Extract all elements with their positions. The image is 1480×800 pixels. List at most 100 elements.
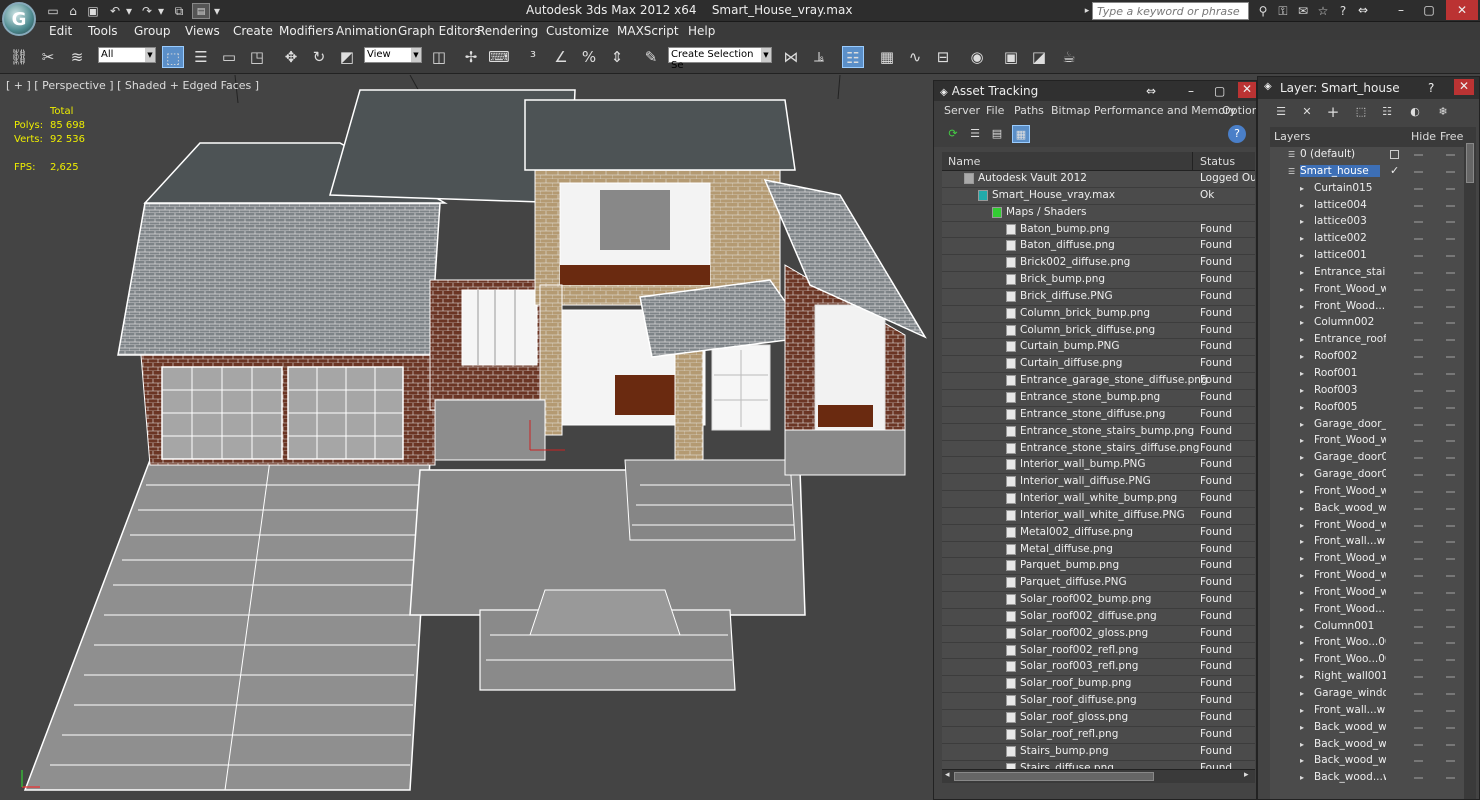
selection-filter-dropdown[interactable]: All ▼ [98, 47, 156, 63]
layer-row[interactable]: ▸ Back_wood_wall [1270, 753, 1464, 770]
freeze-toggle[interactable] [1446, 541, 1455, 544]
freeze-toggle[interactable] [1446, 221, 1455, 224]
curve-editor-icon[interactable]: ∿ [904, 46, 926, 68]
hide-toggle[interactable] [1414, 457, 1423, 460]
hide-toggle[interactable] [1414, 372, 1423, 375]
hide-toggle[interactable] [1414, 322, 1423, 325]
hide-toggle[interactable] [1414, 591, 1423, 594]
layer-row[interactable]: ▸ Garage_door_fra [1270, 417, 1464, 434]
hide-toggle[interactable] [1414, 255, 1423, 258]
layer-row[interactable]: ▸ lattice002 [1270, 231, 1464, 248]
undo-dropdown-icon[interactable]: ▾ [120, 3, 138, 19]
freeze-toggle[interactable] [1446, 255, 1455, 258]
current-layer-box-icon[interactable] [1390, 150, 1399, 159]
layer-row[interactable]: ▸ lattice004 [1270, 198, 1464, 215]
create-layer-icon[interactable]: ☰ [1272, 103, 1290, 121]
hide-toggle[interactable] [1414, 760, 1423, 763]
freeze-toggle[interactable] [1446, 558, 1455, 561]
menu-create[interactable]: Create [233, 24, 273, 38]
menu-maxscript[interactable]: MAXScript [617, 24, 679, 38]
select-object-icon[interactable]: ⬚ [162, 46, 184, 68]
freeze-toggle[interactable] [1446, 322, 1455, 325]
at-maximize-button[interactable]: ▢ [1214, 84, 1225, 98]
mirror-icon[interactable]: ⋈ [780, 46, 802, 68]
hide-toggle[interactable] [1414, 440, 1423, 443]
menu-help[interactable]: Help [688, 24, 715, 38]
at-menu-file[interactable]: File [986, 104, 1004, 117]
layer-row[interactable]: ▸ Front_Wood...l_ [1270, 602, 1464, 619]
hide-toggle[interactable] [1414, 608, 1423, 611]
freeze-toggle[interactable] [1446, 154, 1455, 156]
hide-toggle[interactable] [1414, 490, 1423, 493]
subscription-icon[interactable]: ⚿ [1274, 3, 1292, 19]
thumbnail-icon[interactable]: ▤ [988, 125, 1006, 143]
col-name-header[interactable]: Name [948, 155, 980, 168]
select-manipulate-icon[interactable]: ✢ [460, 46, 482, 68]
asset-row[interactable]: Interior_wall_diffuse.PNG Found [942, 474, 1255, 492]
freeze-toggle[interactable] [1446, 760, 1455, 763]
layer-manager-icon[interactable]: ☷ [842, 46, 864, 68]
asset-row[interactable]: Brick002_diffuse.png Found [942, 255, 1255, 273]
hide-toggle[interactable] [1414, 271, 1423, 274]
layer-row[interactable]: ▸ Front_Wood_wa [1270, 518, 1464, 535]
col-layers-header[interactable]: Layers [1274, 130, 1310, 143]
workspace-dropdown-icon[interactable]: ▾ [208, 3, 226, 19]
freeze-toggle[interactable] [1446, 659, 1455, 662]
at-close-button[interactable]: ✕ [1238, 82, 1256, 98]
col-status-header[interactable]: Status [1200, 155, 1235, 168]
asset-row[interactable]: Solar_roof_bump.png Found [942, 676, 1255, 694]
freeze-toggle[interactable] [1446, 423, 1455, 426]
asset-row[interactable]: Solar_roof002_bump.png Found [942, 592, 1255, 609]
layer-row[interactable]: ▸ Roof002 [1270, 349, 1464, 366]
asset-row[interactable]: Entrance_garage_stone_diffuse.png Found [942, 373, 1255, 390]
asset-row[interactable]: Interior_wall_white_diffuse.PNG Found [942, 508, 1255, 525]
asset-row[interactable]: Solar_roof002_gloss.png Found [942, 626, 1255, 643]
hide-toggle[interactable] [1414, 238, 1423, 241]
asset-row[interactable]: Solar_roof002_refl.png Found [942, 643, 1255, 660]
menu-customize[interactable]: Customize [546, 24, 609, 38]
hide-toggle[interactable] [1414, 423, 1423, 426]
viewport-label[interactable]: [ + ] [ Perspective ] [ Shaded + Edged F… [6, 79, 259, 92]
hide-toggle[interactable] [1414, 204, 1423, 207]
hide-toggle[interactable] [1414, 743, 1423, 746]
rect-selection-icon[interactable]: ▭ [218, 46, 240, 68]
hide-toggle[interactable] [1414, 575, 1423, 578]
hide-toggle[interactable] [1414, 676, 1423, 679]
menu-rendering[interactable]: Rendering [477, 24, 538, 38]
save-icon[interactable]: ▣ [84, 3, 102, 19]
freeze-toggle[interactable] [1446, 642, 1455, 645]
asset-row[interactable]: Solar_roof_refl.png Found [942, 727, 1255, 744]
freeze-toggle[interactable] [1446, 490, 1455, 493]
freeze-toggle[interactable] [1446, 170, 1455, 173]
asset-row[interactable]: Stairs_bump.png Found [942, 744, 1255, 761]
layer-row[interactable]: ▸ Front_Wood...l0 [1270, 299, 1464, 316]
redo-dropdown-icon[interactable]: ▾ [152, 3, 170, 19]
hide-toggle[interactable] [1414, 625, 1423, 628]
layer-row[interactable]: ▸ Front_Wood_wa [1270, 568, 1464, 585]
hide-toggle[interactable] [1414, 406, 1423, 409]
freeze-toggle[interactable] [1446, 271, 1455, 274]
reference-coordinate-dropdown[interactable]: View ▼ [364, 47, 422, 63]
delete-layer-icon[interactable]: ✕ [1298, 103, 1316, 121]
freeze-toggle[interactable] [1446, 777, 1455, 780]
binoculars-icon[interactable]: ⚲ [1254, 3, 1272, 19]
freeze-toggle[interactable] [1446, 709, 1455, 712]
layer-row[interactable]: ☰ Smart_house ✓ [1270, 164, 1464, 181]
keyboard-shortcut-icon[interactable]: ⌨ [488, 46, 510, 68]
hscroll-thumb[interactable] [954, 772, 1154, 781]
rotate-icon[interactable]: ↻ [308, 46, 330, 68]
layer-row[interactable]: ▸ Front_Wood_wa [1270, 484, 1464, 501]
hide-toggle[interactable] [1414, 524, 1423, 527]
asset-row[interactable]: Maps / Shaders [942, 205, 1255, 222]
hide-toggle[interactable] [1414, 507, 1423, 510]
snaps-toggle-icon[interactable]: ³ [522, 46, 544, 68]
scale-icon[interactable]: ◩ [336, 46, 358, 68]
table-view-icon[interactable]: ▦ [1012, 125, 1030, 143]
freeze-all-icon[interactable]: ❄ [1434, 103, 1452, 121]
asset-list-hscrollbar[interactable]: ◂ ▸ [942, 769, 1255, 783]
refresh-icon[interactable]: ⟳ [944, 125, 962, 143]
freeze-toggle[interactable] [1446, 474, 1455, 477]
asset-row[interactable]: Parquet_diffuse.PNG Found [942, 575, 1255, 593]
freeze-toggle[interactable] [1446, 507, 1455, 510]
dock-icon[interactable]: ⇔ [1146, 84, 1156, 98]
